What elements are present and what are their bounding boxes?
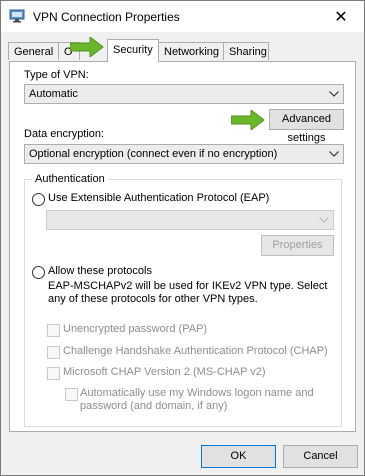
advanced-settings-button[interactable]: Advanced settings: [269, 109, 344, 144]
eap-radio[interactable]: [32, 193, 45, 206]
tab-sharing[interactable]: Sharing: [223, 42, 269, 60]
eap-method-dropdown[interactable]: [46, 210, 334, 230]
vpn-type-label: Type of VPN:: [24, 69, 89, 81]
dialog-window: VPN Connection Properties ✕ General O Se…: [0, 0, 365, 476]
chevron-down-icon: [329, 91, 339, 97]
data-encryption-value: Optional encryption (connect even if no …: [29, 148, 278, 160]
cancel-button[interactable]: Cancel: [283, 445, 358, 468]
title-bar: VPN Connection Properties ✕: [1, 1, 364, 32]
window-title: VPN Connection Properties: [33, 10, 180, 24]
tab-general[interactable]: General: [8, 42, 59, 60]
authentication-legend: Authentication: [32, 173, 108, 185]
tab-pointer-arrow-icon: [70, 37, 104, 57]
mschapv2-label: Microsoft CHAP Version 2 (MS-CHAP v2): [63, 366, 266, 378]
auto-logon-line2: password (and domain, if any): [80, 400, 228, 412]
vpn-type-dropdown[interactable]: Automatic: [24, 84, 344, 104]
tab-security[interactable]: Security: [107, 39, 159, 62]
chap-label: Challenge Handshake Authentication Proto…: [63, 345, 328, 357]
auto-logon-line1: Automatically use my Windows logon name …: [80, 387, 314, 399]
protocols-note-line1: EAP-MSCHAPv2 will be used for IKEv2 VPN …: [48, 280, 328, 292]
tab-strip: General O Security Networking Sharing: [8, 39, 358, 62]
auto-logon-checkbox[interactable]: [65, 388, 78, 401]
data-encryption-label: Data encryption:: [24, 128, 105, 140]
tab-networking[interactable]: Networking: [158, 42, 224, 60]
advanced-pointer-arrow-icon: [231, 110, 265, 130]
allow-protocols-radio[interactable]: [32, 266, 45, 279]
protocols-note-line2: any of these protocols for other VPN typ…: [48, 293, 258, 305]
pap-label: Unencrypted password (PAP): [63, 323, 208, 335]
security-tab-panel: Type of VPN: Automatic Advanced settings…: [9, 61, 356, 432]
mschapv2-checkbox[interactable]: [47, 367, 60, 380]
chap-checkbox[interactable]: [47, 346, 60, 359]
eap-properties-button[interactable]: Properties: [261, 235, 334, 256]
allow-protocols-label[interactable]: Allow these protocols: [48, 265, 152, 277]
pap-checkbox[interactable]: [47, 324, 60, 337]
chevron-down-icon: [319, 217, 329, 223]
eap-radio-label[interactable]: Use Extensible Authentication Protocol (…: [48, 192, 269, 204]
close-icon: ✕: [334, 8, 348, 26]
chevron-down-icon: [329, 151, 339, 157]
ok-button[interactable]: OK: [201, 445, 276, 468]
network-connection-icon: [9, 9, 25, 23]
data-encryption-dropdown[interactable]: Optional encryption (connect even if no …: [24, 144, 344, 164]
close-button[interactable]: ✕: [318, 1, 364, 32]
vpn-type-value: Automatic: [29, 88, 78, 100]
